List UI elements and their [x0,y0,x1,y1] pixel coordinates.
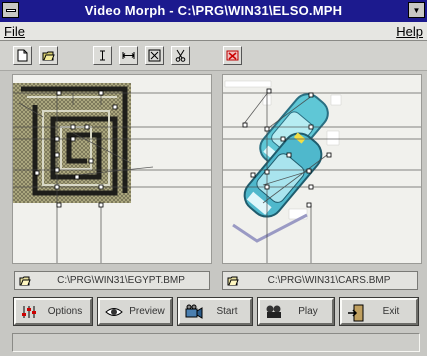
window-title: Video Morph - C:\PRG\WIN31\ELSO.MPH [84,3,343,18]
source-path-field[interactable]: C:\PRG\WIN31\EGYPT.BMP [14,271,210,290]
source-path-text: C:\PRG\WIN31\EGYPT.BMP [57,275,185,286]
film-camera-icon [185,304,203,325]
expand-tool-button[interactable] [145,46,164,65]
menu-file[interactable]: File [4,24,25,39]
eye-icon [105,304,123,325]
sliders-icon [21,304,37,325]
open-folder-icon[interactable] [227,274,239,292]
text-tool-button[interactable] [93,46,112,65]
target-image-canvas[interactable] [223,75,422,264]
new-button[interactable] [13,46,32,65]
projector-icon [265,304,283,325]
play-button[interactable]: Play [257,297,335,326]
open-button[interactable] [39,46,58,65]
expand-icon [148,49,161,62]
status-bar [12,333,420,352]
source-image-canvas[interactable] [13,75,212,264]
delete-button[interactable] [223,46,242,65]
toolbar [0,41,427,71]
exit-door-icon [347,304,365,327]
open-folder-icon [42,51,55,61]
target-image-panel[interactable] [222,74,422,264]
start-button[interactable]: Start [177,297,253,326]
options-button[interactable]: Options [13,297,93,326]
horizontal-arrows-icon [122,52,135,59]
open-folder-icon[interactable] [19,274,31,292]
minimize-button[interactable]: ▼ [408,2,425,18]
menu-help[interactable]: Help [396,24,423,39]
target-path-field[interactable]: C:\PRG\WIN31\CARS.BMP [222,271,418,290]
scissors-icon [175,49,186,62]
target-path-text: C:\PRG\WIN31\CARS.BMP [267,275,391,286]
delete-icon [226,50,239,61]
preview-button[interactable]: Preview [97,297,173,326]
triangle-down-icon: ▼ [412,6,421,15]
cut-tool-button[interactable] [171,46,190,65]
exit-button[interactable]: Exit [339,297,419,327]
new-document-icon [17,49,28,62]
text-cursor-icon [100,50,105,61]
line-tool-button[interactable] [119,46,138,65]
menu-bar: File Help [0,22,427,41]
title-bar[interactable]: Video Morph - C:\PRG\WIN31\ELSO.MPH ▼ [0,0,427,22]
source-image-panel[interactable] [12,74,212,264]
